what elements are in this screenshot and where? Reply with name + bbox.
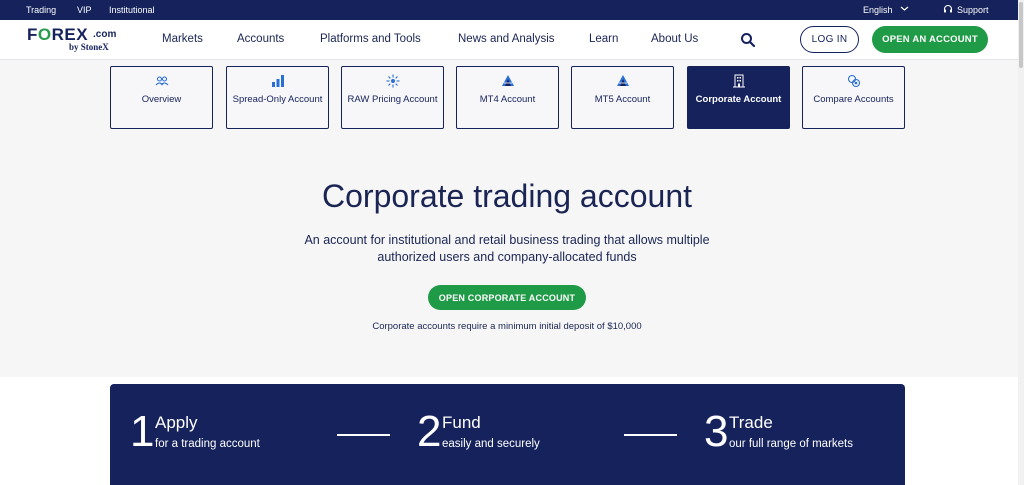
top-utility-bar: Trading VIP Institutional English Suppor… [0, 0, 1024, 20]
tab-mt5[interactable]: MT5 Account [571, 66, 674, 129]
compare-icon [847, 74, 861, 88]
mt4-icon [501, 74, 515, 88]
step-number: 1 [130, 407, 155, 456]
language-selector[interactable]: English [863, 5, 893, 15]
tab-compare[interactable]: Compare Accounts [802, 66, 905, 129]
tab-spread-only[interactable]: Spread-Only Account [226, 66, 329, 129]
chevron-down-icon[interactable] [900, 4, 909, 14]
step-number: 2 [417, 407, 442, 456]
tab-label: Spread-Only Account [232, 94, 323, 105]
nav-item-news[interactable]: News and Analysis [458, 33, 555, 45]
scrollbar-thumb[interactable] [1019, 2, 1023, 68]
building-icon [732, 74, 746, 88]
nav-item-markets[interactable]: Markets [162, 33, 203, 45]
topbar-link-trading[interactable]: Trading [26, 5, 56, 15]
tab-label: RAW Pricing Account [347, 94, 438, 105]
step-text: for a trading account [155, 438, 260, 450]
step-title: Fund [442, 413, 481, 432]
deposit-note: Corporate accounts require a minimum ini… [372, 321, 642, 332]
tab-overview[interactable]: Overview [110, 66, 213, 129]
nav-item-accounts[interactable]: Accounts [237, 33, 284, 45]
step-number: 3 [704, 407, 729, 456]
users-icon [155, 74, 169, 88]
open-account-button[interactable]: OPEN AN ACCOUNT [872, 26, 988, 53]
search-icon[interactable] [740, 32, 756, 48]
tab-label: MT4 Account [479, 94, 536, 105]
tab-label: Overview [141, 94, 182, 105]
topbar-link-vip[interactable]: VIP [77, 5, 92, 15]
topbar-link-institutional[interactable]: Institutional [109, 5, 155, 15]
tab-raw-pricing[interactable]: RAW Pricing Account [341, 66, 444, 129]
open-corporate-account-button[interactable]: OPEN CORPORATE ACCOUNT [428, 285, 586, 310]
login-button[interactable]: LOG IN [800, 26, 859, 53]
tab-label: Corporate Account [695, 94, 782, 105]
tab-label: Compare Accounts [813, 94, 894, 105]
steps-panel: 1 Apply for a trading account 2 Fund eas… [110, 384, 905, 485]
nav-item-platforms[interactable]: Platforms and Tools [320, 33, 421, 45]
step-title: Trade [729, 413, 773, 432]
spark-icon [386, 74, 400, 88]
main-navigation: FOREX .com by StoneX Markets Accounts Pl… [0, 20, 1018, 60]
bar-chart-icon [271, 74, 285, 88]
mt5-icon [616, 74, 630, 88]
support-label: Support [957, 5, 989, 15]
nav-item-learn[interactable]: Learn [589, 33, 618, 45]
step-text: easily and securely [442, 438, 540, 450]
tab-corporate[interactable]: Corporate Account [687, 66, 790, 129]
logo-dotcom: .com [93, 29, 117, 40]
headset-icon [943, 4, 953, 16]
tab-label: MT5 Account [594, 94, 651, 105]
step-text: our full range of markets [729, 438, 854, 450]
hero-subtitle: An account for institutional and retail … [304, 233, 710, 264]
forex-logo[interactable]: FOREX .com by StoneX [27, 25, 119, 55]
step-divider [624, 434, 677, 436]
logo-byline: by StoneX [69, 42, 109, 52]
nav-item-about[interactable]: About Us [651, 33, 698, 45]
scrollbar[interactable] [1018, 0, 1024, 485]
step-title: Apply [155, 413, 198, 432]
tab-mt4[interactable]: MT4 Account [456, 66, 559, 129]
support-link[interactable]: Support [943, 4, 989, 16]
step-divider [337, 434, 390, 436]
page-title: Corporate trading account [322, 178, 692, 214]
